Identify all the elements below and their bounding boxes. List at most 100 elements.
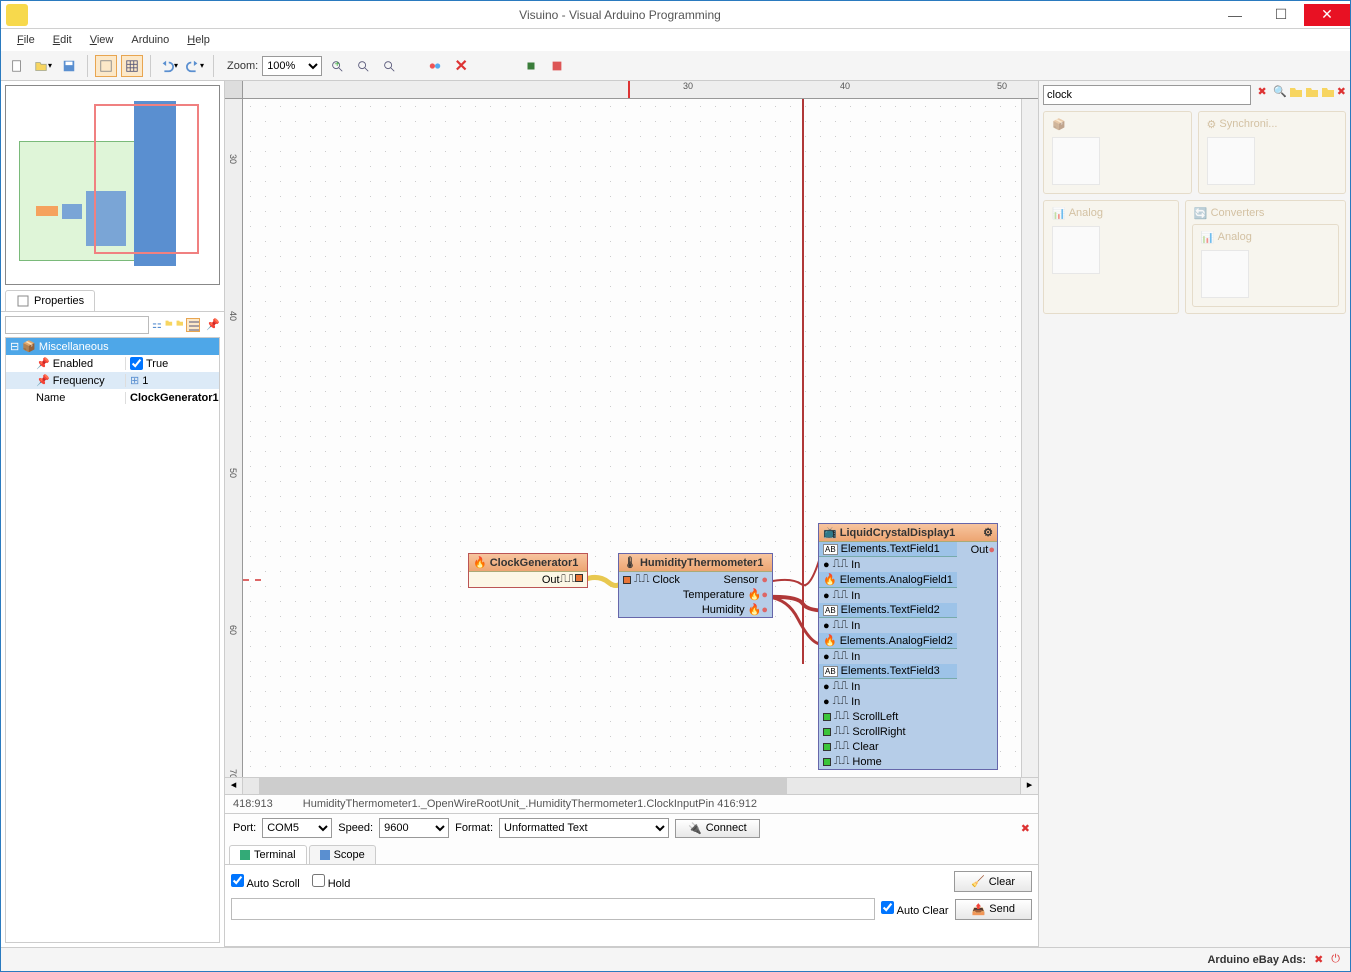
format-label: Format: bbox=[455, 822, 493, 834]
status-coords: 418:913 bbox=[233, 798, 273, 810]
tab-terminal[interactable]: Terminal bbox=[229, 845, 307, 864]
menu-view[interactable]: View bbox=[82, 32, 122, 48]
ruler-horizontal: 30 40 50 bbox=[243, 81, 1038, 99]
palette-item[interactable] bbox=[1207, 137, 1255, 185]
in-pin[interactable]: ● bbox=[823, 651, 830, 663]
chip-icon[interactable] bbox=[520, 55, 542, 77]
clear-pin[interactable] bbox=[823, 743, 831, 751]
disconnect-icon[interactable] bbox=[424, 55, 446, 77]
board-icon[interactable] bbox=[546, 55, 568, 77]
zoom-select[interactable]: 100% bbox=[262, 56, 322, 76]
connect-button[interactable]: 🔌Connect bbox=[675, 819, 760, 838]
folder-icon[interactable] bbox=[1321, 85, 1335, 105]
disconnect-icon[interactable]: ✖ bbox=[1021, 822, 1030, 835]
undo-button[interactable]: ▾ bbox=[158, 55, 180, 77]
lcd-out-pin[interactable]: ● bbox=[988, 544, 995, 556]
property-row-frequency[interactable]: 📌Frequency ⊞1 bbox=[6, 372, 219, 389]
folder-icon[interactable] bbox=[1289, 85, 1303, 105]
zoom-in-button[interactable]: + bbox=[326, 55, 348, 77]
power-icon[interactable]: ⏻ bbox=[1331, 953, 1340, 966]
scroll-left-pin[interactable] bbox=[823, 713, 831, 721]
delete-icon[interactable]: ✖ bbox=[1337, 85, 1346, 105]
flame-icon: 🔥 bbox=[473, 556, 487, 569]
properties-tab[interactable]: Properties bbox=[5, 290, 95, 311]
settings-icon[interactable]: ✖ bbox=[1314, 953, 1323, 966]
autoclear-check[interactable]: Auto Clear bbox=[881, 901, 948, 917]
delete-button[interactable]: ✕ bbox=[450, 55, 472, 77]
clear-search-icon[interactable]: ✖ bbox=[1253, 85, 1271, 105]
canvas[interactable]: 🔥ClockGenerator1 Out ⎍⎍ 🌡HumidityThermom… bbox=[243, 99, 1021, 777]
node-humiditythermometer[interactable]: 🌡HumidityThermometer1 ⎍⎍ Clock Sensor● T… bbox=[618, 553, 773, 618]
in-pin[interactable]: ● bbox=[823, 620, 830, 632]
terminal-panel: Auto Scroll Hold 🧹Clear Auto Clear 📤Send bbox=[225, 865, 1038, 947]
enabled-checkbox[interactable] bbox=[130, 357, 143, 370]
folder-icon[interactable] bbox=[165, 318, 173, 332]
clock-in-pin[interactable] bbox=[623, 576, 631, 584]
redo-button[interactable]: ▾ bbox=[184, 55, 206, 77]
clear-button[interactable]: 🧹Clear bbox=[954, 871, 1032, 892]
format-select[interactable]: Unformatted Text bbox=[499, 818, 669, 838]
temp-pin[interactable]: 🔥● bbox=[748, 588, 768, 601]
autoscroll-check[interactable]: Auto Scroll bbox=[231, 874, 300, 890]
palette-category-synchro[interactable]: ⚙Synchroni... bbox=[1198, 111, 1347, 194]
gear-icon[interactable]: ⚙ bbox=[983, 526, 993, 539]
folder2-icon[interactable] bbox=[176, 318, 184, 332]
properties-category[interactable]: ⊟📦Miscellaneous bbox=[6, 338, 219, 355]
property-row-enabled[interactable]: 📌Enabled True bbox=[6, 355, 219, 372]
clock-out-pin[interactable]: ⎍⎍ bbox=[560, 573, 583, 586]
grid-button[interactable] bbox=[95, 55, 117, 77]
menu-edit[interactable]: Edit bbox=[45, 32, 80, 48]
in-pin[interactable]: ● bbox=[823, 696, 830, 708]
titlebar[interactable]: Visuino - Visual Arduino Programming — ☐… bbox=[1, 1, 1350, 29]
new-button[interactable] bbox=[6, 55, 28, 77]
palette-category-converters[interactable]: 🔄Converters 📊Analog bbox=[1185, 200, 1346, 314]
in-pin[interactable]: ● bbox=[823, 681, 830, 693]
overview-map[interactable] bbox=[5, 85, 220, 285]
send-button[interactable]: 📤Send bbox=[955, 899, 1032, 920]
palette-category-analog[interactable]: 📊Analog bbox=[1043, 200, 1179, 314]
list-icon[interactable] bbox=[186, 318, 200, 332]
zoom-out-button[interactable] bbox=[352, 55, 374, 77]
scrollbar-horizontal[interactable]: ◂ ▸ bbox=[225, 777, 1038, 794]
node-lcd[interactable]: 📺 LiquidCrystalDisplay1 ⚙ ABElements.Tex… bbox=[818, 523, 998, 770]
menu-arduino[interactable]: Arduino bbox=[123, 32, 177, 48]
window-title: Visuino - Visual Arduino Programming bbox=[28, 8, 1212, 22]
menu-file[interactable]: File bbox=[9, 32, 43, 48]
thermometer-icon: 🌡 bbox=[623, 556, 637, 569]
node-clockgenerator[interactable]: 🔥ClockGenerator1 Out ⎍⎍ bbox=[468, 553, 588, 588]
pin-icon[interactable]: 📌 bbox=[206, 318, 220, 332]
filter-icon[interactable]: ⚏ bbox=[152, 318, 162, 332]
palette-category-1[interactable]: 📦 bbox=[1043, 111, 1192, 194]
property-row-name[interactable]: Name ClockGenerator1 bbox=[6, 389, 219, 406]
speed-select[interactable]: 9600 bbox=[379, 818, 449, 838]
tab-scope[interactable]: Scope bbox=[309, 845, 376, 864]
port-select[interactable]: COM5 bbox=[262, 818, 332, 838]
palette-search[interactable] bbox=[1043, 85, 1251, 105]
app-window: Visuino - Visual Arduino Programming — ☐… bbox=[0, 0, 1351, 972]
ruler-vertical: 30 40 50 60 70 bbox=[225, 99, 243, 777]
save-button[interactable] bbox=[58, 55, 80, 77]
hold-check[interactable]: Hold bbox=[312, 874, 351, 890]
home-pin[interactable] bbox=[823, 758, 831, 766]
plug-icon: 🔌 bbox=[688, 822, 702, 835]
humidity-pin[interactable]: 🔥● bbox=[748, 603, 768, 616]
properties-search[interactable] bbox=[5, 316, 149, 334]
maximize-button[interactable]: ☐ bbox=[1258, 4, 1304, 26]
close-button[interactable]: ✕ bbox=[1304, 4, 1350, 26]
snap-button[interactable] bbox=[121, 55, 143, 77]
zoom-fit-button[interactable] bbox=[378, 55, 400, 77]
scroll-right-pin[interactable] bbox=[823, 728, 831, 736]
palette-item[interactable] bbox=[1201, 250, 1249, 298]
sensor-pin[interactable]: ● bbox=[761, 574, 768, 586]
minimize-button[interactable]: — bbox=[1212, 4, 1258, 26]
palette-item[interactable] bbox=[1052, 137, 1100, 185]
in-pin[interactable]: ● bbox=[823, 590, 830, 602]
terminal-input[interactable] bbox=[231, 898, 875, 920]
menu-help[interactable]: Help bbox=[179, 32, 218, 48]
open-button[interactable]: ▾ bbox=[32, 55, 54, 77]
folder-icon[interactable] bbox=[1305, 85, 1319, 105]
in-pin[interactable]: ● bbox=[823, 559, 830, 571]
palette-item[interactable] bbox=[1052, 226, 1100, 274]
scrollbar-vertical[interactable] bbox=[1021, 99, 1038, 777]
filter-icon[interactable]: 🔍 bbox=[1273, 85, 1287, 105]
